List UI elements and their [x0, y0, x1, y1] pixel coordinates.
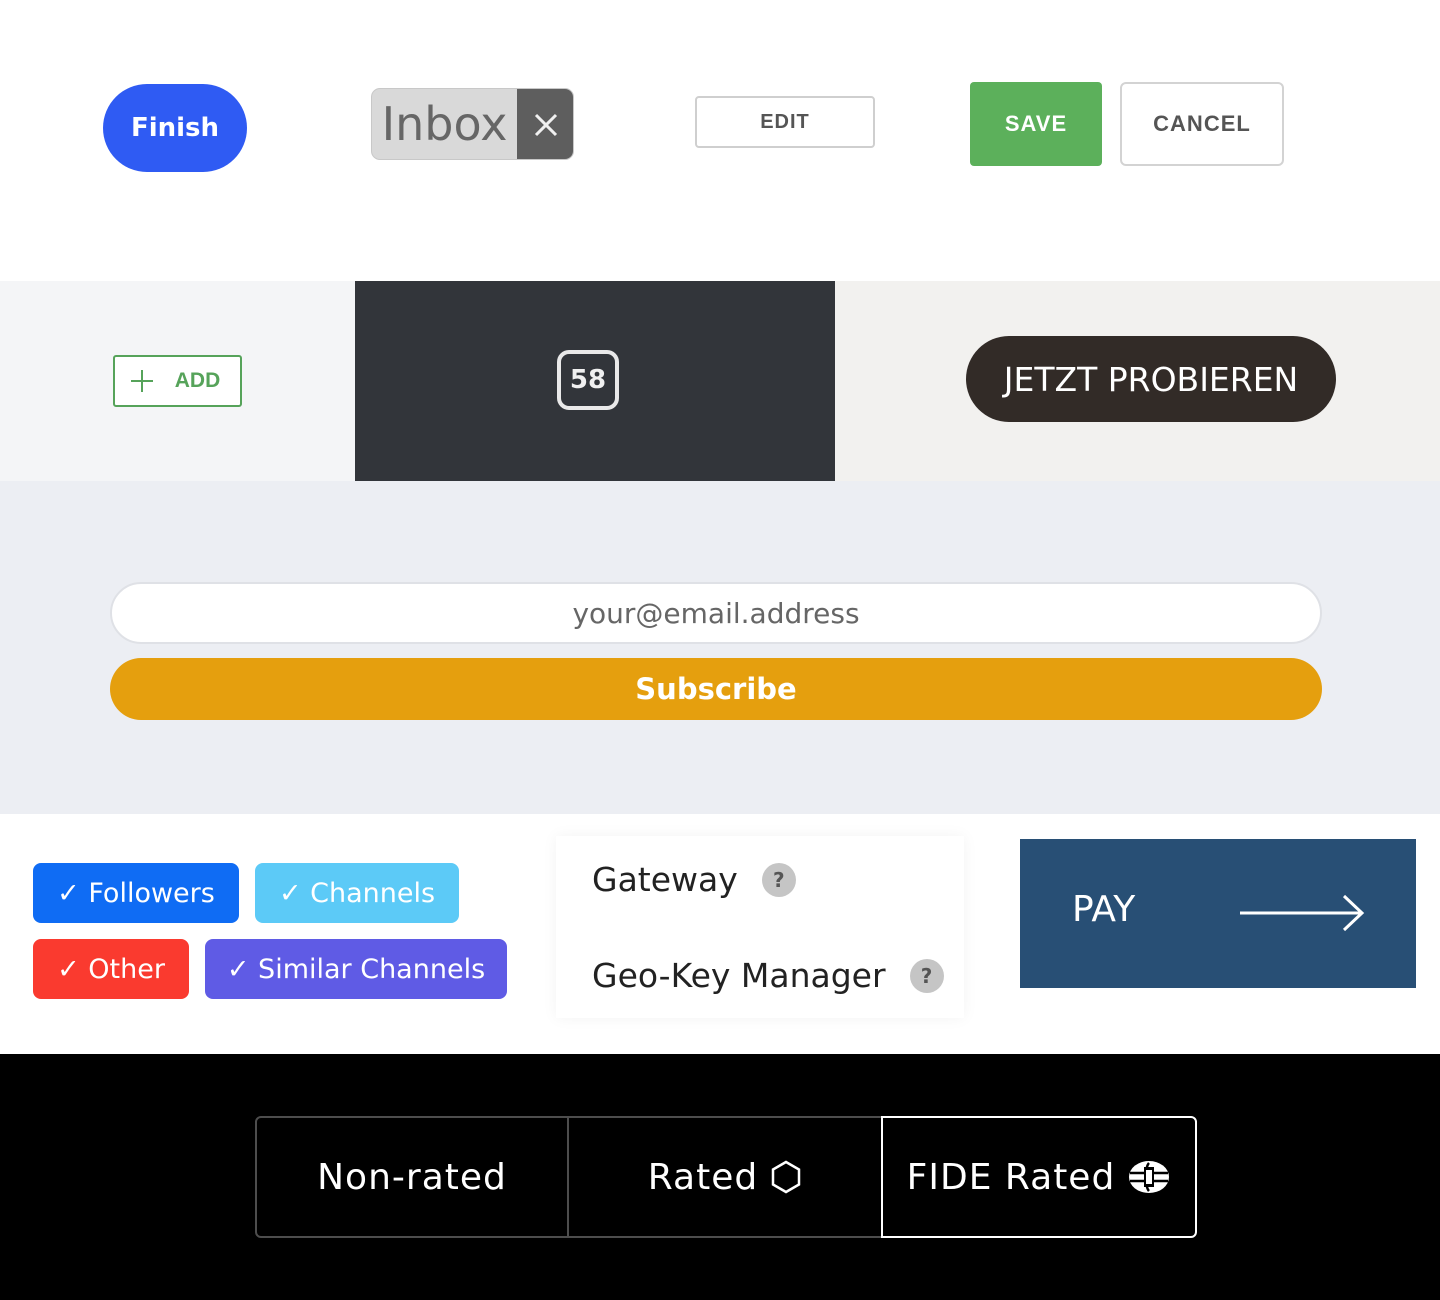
subscribe-button[interactable]: Subscribe — [110, 658, 1322, 720]
tag-channels[interactable]: ✓ Channels — [255, 863, 459, 923]
counter-badge[interactable]: 58 — [557, 350, 619, 410]
tab-fide-rated[interactable]: FIDE Rated — [881, 1116, 1197, 1238]
try-now-button[interactable]: JETZT PROBIEREN — [966, 336, 1336, 422]
fide-icon — [1127, 1159, 1171, 1195]
pay-label: PAY — [1072, 889, 1136, 930]
settings-menu: Gateway ? Geo-Key Manager ? — [556, 836, 964, 1018]
close-icon[interactable] — [517, 89, 573, 159]
save-button[interactable]: SAVE — [970, 82, 1102, 166]
menu-item-gateway[interactable]: Gateway ? — [592, 860, 796, 899]
help-icon[interactable]: ? — [761, 862, 796, 897]
cancel-button[interactable]: CANCEL — [1120, 82, 1284, 166]
tab-label: Non-rated — [317, 1156, 507, 1198]
menu-item-label: Gateway — [592, 860, 738, 899]
menu-item-geo-key-manager[interactable]: Geo-Key Manager ? — [592, 956, 944, 995]
inbox-label: Inbox — [381, 97, 508, 151]
tab-rated[interactable]: Rated — [568, 1116, 882, 1238]
arrow-right-icon — [1238, 893, 1366, 942]
plus-icon — [129, 368, 155, 394]
add-button[interactable]: ADD — [113, 355, 242, 407]
subscribe-section — [0, 481, 1440, 814]
tag-similar-channels[interactable]: ✓ Similar Channels — [205, 939, 507, 999]
help-icon[interactable]: ? — [909, 958, 944, 993]
tab-label: FIDE Rated — [906, 1156, 1116, 1198]
tag-followers[interactable]: ✓ Followers — [33, 863, 239, 923]
hexagon-icon — [770, 1160, 802, 1194]
menu-item-label: Geo-Key Manager — [592, 956, 886, 995]
finish-button[interactable]: Finish — [103, 84, 247, 172]
add-label: ADD — [174, 369, 221, 392]
tab-label: Rated — [647, 1156, 759, 1198]
tag-other[interactable]: ✓ Other — [33, 939, 189, 999]
tab-non-rated[interactable]: Non-rated — [255, 1116, 569, 1238]
email-field[interactable] — [110, 582, 1322, 644]
inbox-chip: Inbox — [371, 88, 574, 160]
pay-button[interactable]: PAY — [1020, 839, 1416, 988]
edit-button[interactable]: EDIT — [695, 96, 875, 148]
